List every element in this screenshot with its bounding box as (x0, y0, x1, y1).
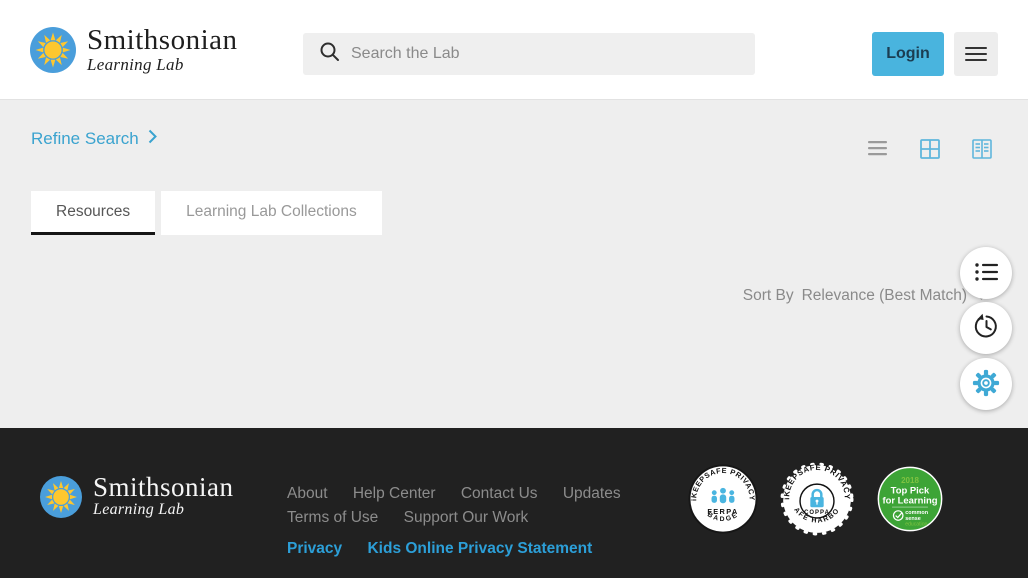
footer-link-support-our-work[interactable]: Support Our Work (404, 509, 529, 526)
footer-link-updates[interactable]: Updates (563, 485, 621, 502)
header: Smithsonian Learning Lab Login (0, 0, 1028, 100)
footer: Smithsonian Learning Lab About Help Cent… (0, 428, 1028, 578)
certification-badges: iKEEPSAFE PRIVACY FERPA BADGE (688, 462, 944, 541)
search-bar (303, 33, 755, 75)
footer-link-about[interactable]: About (287, 485, 328, 502)
login-button[interactable]: Login (872, 32, 944, 76)
gear-icon (972, 369, 1000, 400)
bulleted-list-icon (974, 260, 999, 287)
footer-link-terms-of-use[interactable]: Terms of Use (287, 509, 378, 526)
list-view-icon (868, 144, 888, 159)
history-clock-icon (973, 313, 1000, 343)
top-pick-line1: Top Pick (891, 485, 930, 496)
top-pick-year: 2018 (901, 476, 919, 485)
detail-view-button[interactable] (972, 139, 992, 159)
refine-search-label: Refine Search (31, 129, 139, 149)
menu-button[interactable] (954, 32, 998, 76)
sort-by-label: Sort By (743, 287, 794, 305)
chevron-right-icon (148, 129, 157, 149)
sort-dropdown[interactable]: Sort By Relevance (Best Match) (743, 287, 988, 305)
footer-link-contact-us[interactable]: Contact Us (461, 485, 538, 502)
common-sense-top-pick-badge[interactable]: 2018 Top Pick for Learning common sense … (876, 465, 944, 538)
ikeepsafe-coppa-badge[interactable]: iKEEPSAFE PRIVACY COPPA SAFE HARBOR (780, 462, 854, 541)
search-icon (315, 41, 351, 68)
coppa-mid-text: COPPA (804, 510, 830, 516)
settings-button[interactable] (960, 358, 1012, 410)
result-tabs: Resources Learning Lab Collections (31, 191, 382, 235)
list-panel-button[interactable] (960, 247, 1012, 299)
view-toggles (868, 139, 992, 159)
grid-view-icon (920, 147, 940, 162)
history-button[interactable] (960, 302, 1012, 354)
footer-link-kids-privacy[interactable]: Kids Online Privacy Statement (367, 540, 592, 557)
brand-subtitle: Learning Lab (87, 55, 238, 75)
ikeepsafe-ferpa-badge[interactable]: iKEEPSAFE PRIVACY FERPA BADGE (688, 464, 758, 539)
brand-name: Smithsonian (87, 26, 238, 55)
results-area: Refine Search (0, 101, 1028, 428)
footer-link-help-center[interactable]: Help Center (353, 485, 436, 502)
footer-brand-subtitle: Learning Lab (93, 501, 234, 519)
learning-lab-page: Smithsonian Learning Lab Login Refine Se… (0, 0, 1028, 578)
detail-view-icon (972, 147, 992, 162)
refine-search-link[interactable]: Refine Search (31, 129, 157, 149)
top-pick-line2: for Learning (882, 496, 937, 507)
smithsonian-sunburst-icon (30, 27, 76, 73)
tab-learning-lab-collections[interactable]: Learning Lab Collections (161, 191, 382, 235)
grid-view-button[interactable] (920, 139, 940, 159)
sort-value: Relevance (Best Match) (802, 287, 967, 305)
hamburger-icon (965, 43, 987, 65)
list-view-button[interactable] (868, 139, 888, 159)
smithsonian-sunburst-icon (40, 476, 82, 518)
site-logo[interactable]: Smithsonian Learning Lab (30, 26, 238, 75)
search-input[interactable] (351, 45, 743, 63)
tab-resources[interactable]: Resources (31, 191, 155, 235)
footer-links: About Help Center Contact Us Updates Ter… (287, 482, 642, 561)
footer-logo[interactable]: Smithsonian Learning Lab (40, 474, 234, 519)
top-pick-org3: education (905, 521, 927, 527)
footer-link-privacy[interactable]: Privacy (287, 540, 342, 557)
footer-brand-name: Smithsonian (93, 474, 234, 501)
